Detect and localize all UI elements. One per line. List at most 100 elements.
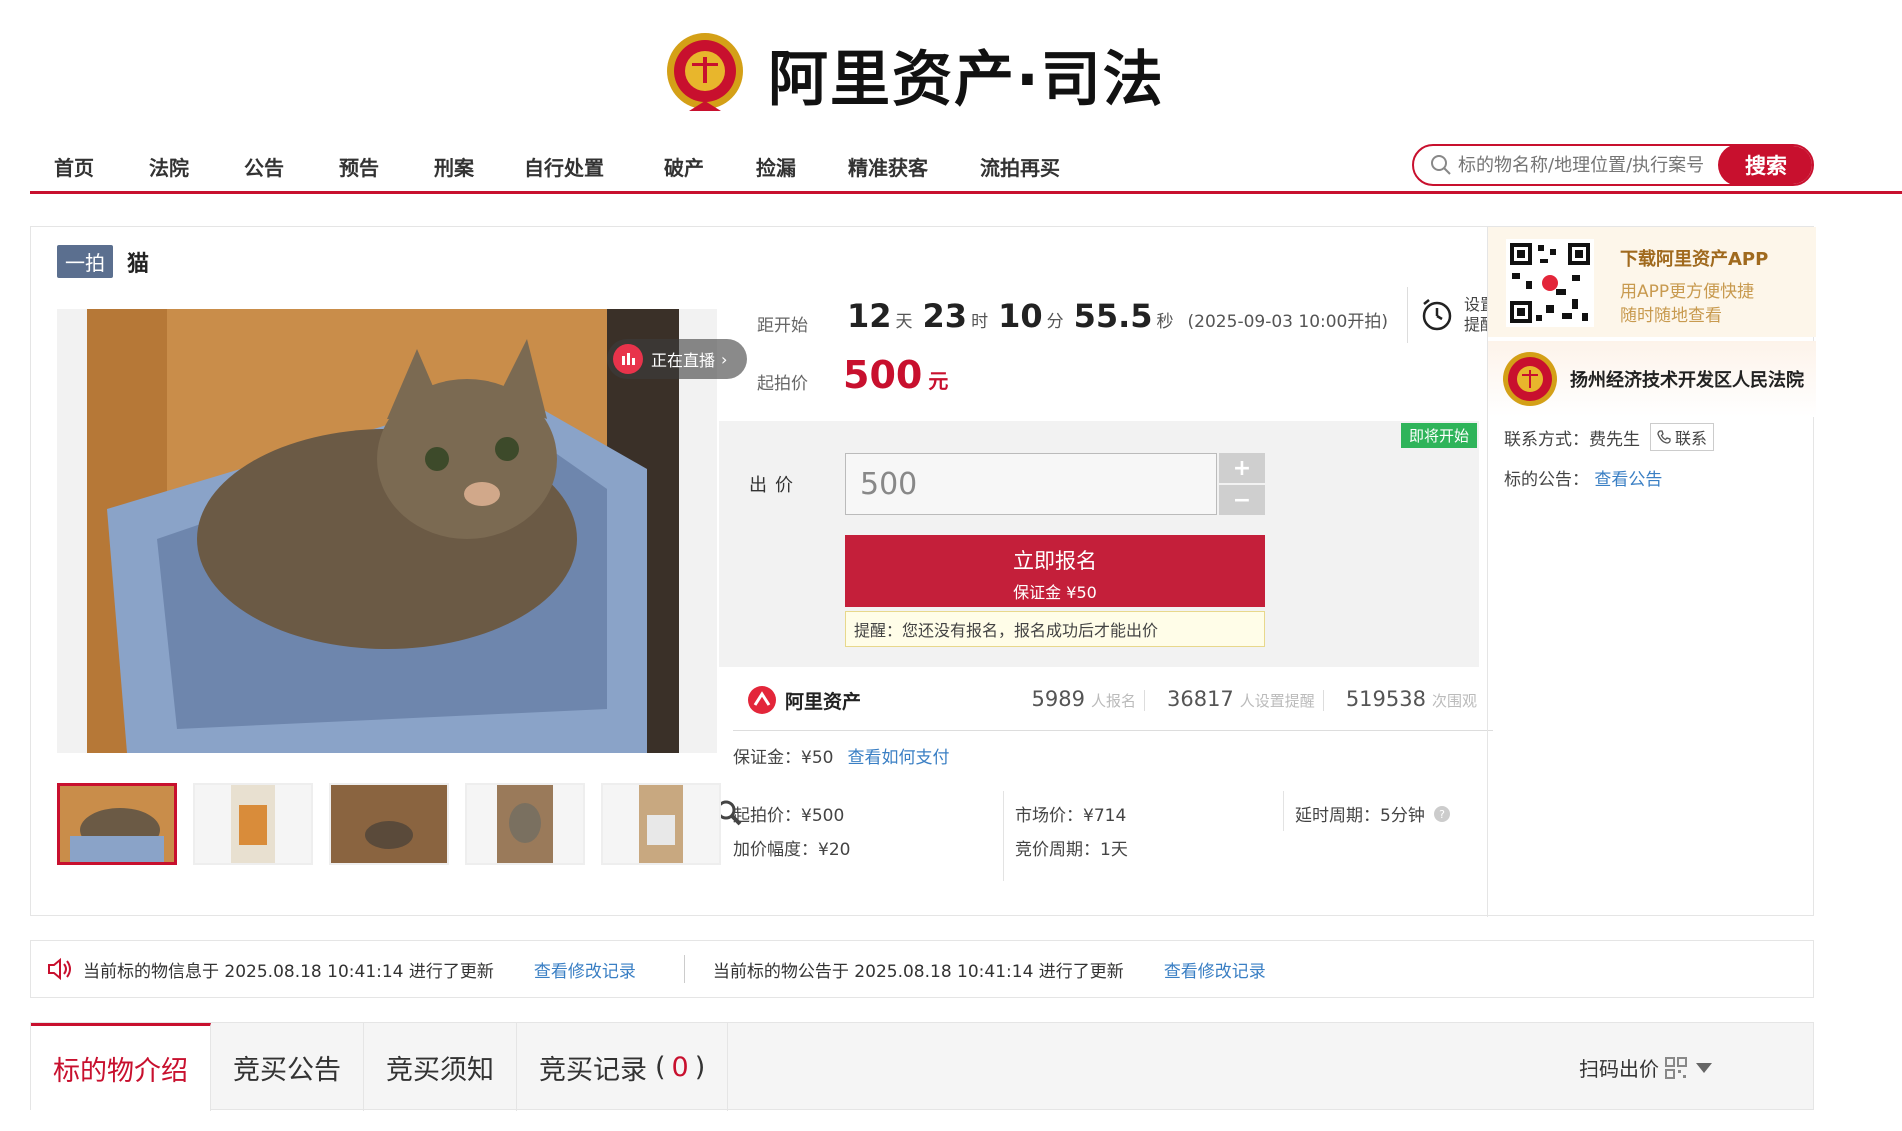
bid-decrease-button[interactable]: − bbox=[1219, 485, 1265, 515]
bid-label: 出价 bbox=[749, 475, 801, 496]
thumbnail[interactable] bbox=[193, 783, 313, 865]
how-to-pay-link[interactable]: 查看如何支付 bbox=[847, 743, 949, 768]
start-price: 500 元 bbox=[843, 353, 948, 397]
scan-to-bid-button[interactable]: 扫码出价 bbox=[1579, 1053, 1713, 1082]
views-count: 519538 bbox=[1345, 687, 1426, 711]
site-logo[interactable]: 阿里资产·司法 bbox=[664, 26, 1165, 122]
app-promo-title: 下载阿里资产APP bbox=[1620, 249, 1769, 270]
thumbnail[interactable] bbox=[57, 783, 177, 865]
item-title: 猫 bbox=[127, 251, 150, 277]
search-icon bbox=[1431, 155, 1451, 175]
tab-bid-records[interactable]: 竞买记录 ( 0 ) bbox=[517, 1023, 729, 1111]
param-delay-period: 延时周期：5分钟 ? bbox=[1295, 801, 1451, 826]
court-emblem-icon bbox=[1503, 352, 1557, 406]
notice-history-link[interactable]: 查看修改记录 bbox=[1164, 957, 1266, 982]
register-label: 立即报名 bbox=[1013, 549, 1097, 573]
param-delay-period-text: 延时周期：5分钟 bbox=[1295, 806, 1425, 826]
title-row: 一拍 猫 bbox=[57, 245, 149, 278]
auction-params: 起拍价：¥500 加价幅度：¥20 市场价：¥714 竞价周期：1天 延时周期：… bbox=[733, 773, 1473, 883]
tab-bid-records-label: 竞买记录 bbox=[539, 1054, 647, 1086]
detail-tabs: 标的物介绍 竞买公告 竞买须知 竞买记录 ( 0 ) 扫码出价 bbox=[30, 1022, 1814, 1111]
live-bars-icon bbox=[613, 344, 643, 374]
countdown-minutes-unit: 分 bbox=[1046, 312, 1064, 332]
contact-button[interactable]: 联系 bbox=[1650, 423, 1715, 451]
param-market-price: 市场价：¥714 bbox=[1015, 806, 1127, 826]
nav-item-leads[interactable]: 精准获客 bbox=[848, 152, 928, 181]
countdown-hours-unit: 时 bbox=[971, 312, 989, 332]
app-promo-desc-2: 随时随地查看 bbox=[1620, 306, 1722, 326]
countdown-seconds: 55.5 bbox=[1073, 297, 1153, 335]
divider bbox=[683, 955, 685, 983]
registration-notice: 提醒：您还没有报名，报名成功后才能出价 bbox=[845, 611, 1265, 647]
bid-records-count: 0 bbox=[671, 1051, 689, 1083]
deposit-info: 保证金：¥50 bbox=[733, 748, 834, 768]
item-notice-row: 标的公告： 查看公告 bbox=[1504, 465, 1662, 490]
scan-to-bid-label: 扫码出价 bbox=[1579, 1057, 1659, 1081]
status-badge: 即将开始 bbox=[1400, 423, 1477, 448]
register-button[interactable]: 立即报名 保证金 ¥50 bbox=[845, 535, 1265, 607]
contact-button-label: 联系 bbox=[1675, 429, 1708, 448]
view-notice-link[interactable]: 查看公告 bbox=[1594, 470, 1662, 490]
ali-assets-brand: 阿里资产 bbox=[747, 685, 861, 715]
countdown-days-unit: 天 bbox=[895, 312, 913, 332]
app-promo[interactable]: 下载阿里资产APP 用APP更方便快捷 随时随地查看 bbox=[1488, 227, 1816, 337]
alarm-clock-icon bbox=[1422, 299, 1452, 331]
search-button[interactable]: 搜索 bbox=[1718, 146, 1812, 184]
thumbnail[interactable] bbox=[329, 783, 449, 865]
reminders-count: 36817 bbox=[1166, 687, 1234, 711]
bid-box: 即将开始 出价 500 + − 立即报名 保证金 ¥50 提醒：您还没有报名，报… bbox=[719, 421, 1479, 667]
bid-amount-input[interactable]: 500 bbox=[845, 453, 1217, 515]
auction-round-badge: 一拍 bbox=[57, 245, 113, 278]
photo-frame: 正在直播 › bbox=[57, 309, 747, 826]
info-history-link[interactable]: 查看修改记录 bbox=[534, 957, 636, 982]
app-promo-desc-1: 用APP更方便快捷 bbox=[1620, 282, 1755, 302]
divider bbox=[1283, 791, 1284, 831]
countdown-hours: 23 bbox=[922, 297, 968, 335]
search-input[interactable] bbox=[1458, 154, 1718, 176]
nav-item-home[interactable]: 首页 bbox=[54, 152, 94, 181]
main-nav: 首页 法院 公告 预告 刑案 自行处置 破产 捡漏 精准获客 流拍再买 搜索 bbox=[30, 138, 1902, 194]
reminders-unit: 人设置提醒 bbox=[1240, 690, 1324, 711]
contact-label: 联系方式：费先生 bbox=[1504, 429, 1640, 450]
court-info[interactable]: 扬州经济技术开发区人民法院 bbox=[1488, 341, 1816, 417]
notice-update-text: 当前标的物公告于 2025.08.18 10:41:14 进行了更新 bbox=[712, 961, 1124, 982]
divider bbox=[1003, 791, 1004, 881]
cat-photo-image bbox=[87, 309, 679, 753]
ali-assets-brand-name: 阿里资产 bbox=[785, 690, 862, 713]
court-sidebar: 下载阿里资产APP 用APP更方便快捷 随时随地查看 扬州经济技术开发区人民法院… bbox=[1487, 227, 1816, 917]
nav-items: 首页 法院 公告 预告 刑案 自行处置 破产 捡漏 精准获客 流拍再买 bbox=[54, 152, 1060, 181]
nav-item-bankruptcy[interactable]: 破产 bbox=[664, 152, 704, 181]
tab-auction-rules[interactable]: 竞买须知 bbox=[364, 1023, 517, 1111]
nav-item-court[interactable]: 法院 bbox=[149, 152, 189, 181]
qr-code-icon bbox=[1665, 1056, 1687, 1079]
registrations-unit: 人报名 bbox=[1091, 690, 1145, 711]
start-price-unit: 元 bbox=[928, 369, 949, 393]
svg-text:?: ? bbox=[1439, 808, 1445, 821]
countdown-days: 12 bbox=[847, 297, 892, 335]
countdown-seconds-unit: 秒 bbox=[1156, 312, 1174, 332]
tab-item-intro[interactable]: 标的物介绍 bbox=[31, 1023, 211, 1111]
nav-item-announcement[interactable]: 公告 bbox=[244, 152, 284, 181]
auction-summary: 距开始 12 天 23 时 10 分 55.5 秒 (2025-09-03 10… bbox=[719, 227, 1517, 427]
nav-item-bargain[interactable]: 捡漏 bbox=[756, 152, 796, 181]
nav-item-preview[interactable]: 预告 bbox=[339, 152, 379, 181]
thumbnail[interactable] bbox=[465, 783, 585, 865]
speaker-icon bbox=[48, 957, 71, 981]
item-notice-label: 标的公告： bbox=[1504, 470, 1589, 490]
thumbnail[interactable] bbox=[601, 783, 721, 865]
court-name: 扬州经济技术开发区人民法院 bbox=[1570, 370, 1804, 391]
item-main-photo[interactable] bbox=[87, 309, 679, 753]
nav-item-criminal[interactable]: 刑案 bbox=[434, 152, 474, 181]
stats-row: 阿里资产 5989 人报名 36817 人设置提醒 519538 次围观 bbox=[733, 667, 1493, 731]
tab-auction-announcement[interactable]: 竞买公告 bbox=[211, 1023, 364, 1111]
help-icon[interactable]: ? bbox=[1433, 805, 1451, 823]
item-panel: 一拍 猫 正在直播 › 距开始 12 天 23 时 10 分 55.5 秒 (2… bbox=[30, 226, 1816, 917]
info-update-text: 当前标的物信息于 2025.08.18 10:41:14 进行了更新 bbox=[83, 961, 494, 982]
bid-increase-button[interactable]: + bbox=[1219, 453, 1265, 483]
register-deposit: 保证金 ¥50 bbox=[1013, 583, 1097, 602]
start-time-note: (2025-09-03 10:00开拍) bbox=[1187, 312, 1389, 332]
nav-item-self-disposal[interactable]: 自行处置 bbox=[524, 152, 604, 181]
tab-bid-records-close: ) bbox=[694, 1051, 706, 1083]
nav-item-rebuy[interactable]: 流拍再买 bbox=[980, 152, 1060, 181]
countdown-label: 距开始 bbox=[757, 316, 808, 336]
